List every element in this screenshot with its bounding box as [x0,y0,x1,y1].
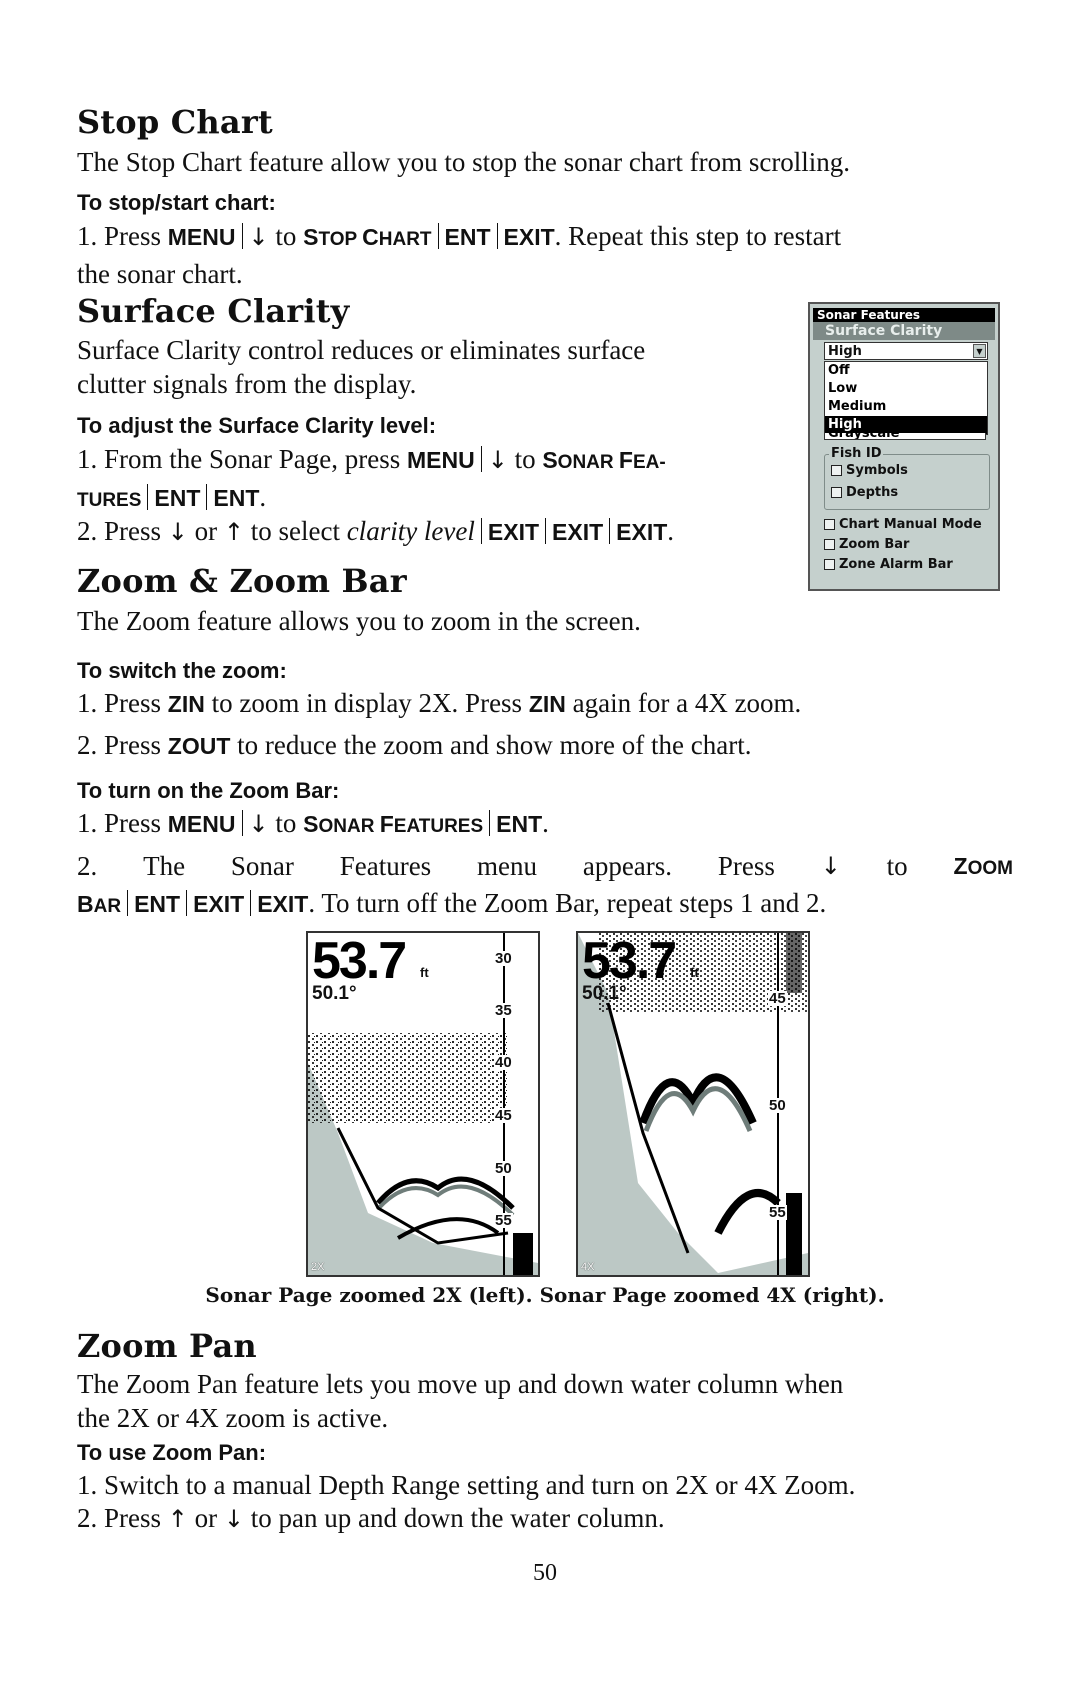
page-number: 50 [533,1560,557,1586]
arrow-down-icon: ↓ [167,518,188,546]
checkbox-zone-alarm-bar[interactable]: Zone Alarm Bar [824,554,982,574]
depth-readout: 53.7 [582,932,677,990]
zoom-bar-step-1: 1. Press MENU ↓ to Sonar Features ENT. [77,808,549,838]
menu-item-stop-chart: Stop Chart [303,224,432,250]
arrow-down-icon: ↓ [820,852,841,880]
zoom-level-label: 4X [581,1261,595,1273]
sonar-features-menu: Sonar Features Surface Clarity High ▼ Of… [808,302,1000,591]
surface-clarity-dropdown[interactable]: High ▼ [824,342,988,360]
depth-unit: ft [690,965,699,980]
subheading-switch-zoom: To switch the zoom: [77,658,287,683]
subheading-stop-start: To stop/start chart: [77,190,276,215]
key-exit: EXIT [257,891,309,917]
zoom-level-label: 2X [311,1261,325,1273]
depth-scale-label: 45 [494,1107,513,1124]
depth-readout: 53.7 [312,932,407,990]
grayscale-item-peek: Grayscale [824,433,986,440]
subheading-use-zoom-pan: To use Zoom Pan: [77,1440,267,1465]
key-menu: MENU [167,224,236,250]
temperature-readout: 50.1° [582,983,627,1004]
sonar-screen-4x: 53.7 ft 50.1° 45 50 55 4X [576,931,810,1277]
heading-zoom-bar: Zoom & Zoom Bar [77,562,407,600]
zoom-intro: The Zoom feature allows you to zoom in t… [77,606,641,636]
option-low[interactable]: Low [825,380,987,398]
key-menu: MENU [167,811,236,837]
checkbox-icon [831,486,842,498]
surface-clarity-options: Off Low Medium High [824,361,988,435]
zoom-pan-step-1: 1. Switch to a manual Depth Range settin… [77,1470,856,1500]
depth-scale-label: 35 [494,1002,513,1019]
option-medium[interactable]: Medium [825,398,987,416]
surface-clarity-step-1: 1. From the Sonar Page, press MENU ↓ to S… [77,444,666,512]
checkbox-icon [831,464,842,476]
surface-clarity-step-2: 2. Press ↓ or ↑ to select clarity level E… [77,516,675,546]
arrow-down-icon: ↓ [248,810,269,838]
key-ent: ENT [213,485,260,511]
key-ent: ENT [496,811,543,837]
checkbox-icon [824,558,835,570]
key-exit: EXIT [616,519,668,545]
checkbox-symbols[interactable]: Symbols [831,460,908,480]
key-ent: ENT [134,891,181,917]
figure-caption: Sonar Page zoomed 2X (left). Sonar Page … [205,1283,885,1307]
stop-chart-step-1: 1. Press MENU ↓ to Stop Chart ENT EXIT. Rep… [77,221,842,289]
checkbox-icon [824,518,835,530]
menu-item-sonar-features: Sonar Fea- [542,447,666,473]
chevron-down-icon[interactable]: ▼ [973,344,986,358]
surface-clarity-label: Surface Clarity [813,322,995,340]
arrow-up-icon: ↑ [223,518,244,546]
temperature-readout: 50.1° [312,983,357,1004]
key-zout: ZOUT [167,733,231,759]
menu-item-sonar-features: Sonar Features [303,811,484,837]
depth-scale-label: 30 [494,950,513,967]
key-ent: ENT [154,485,201,511]
depth-scale-label: 50 [768,1097,787,1114]
key-zin: ZIN [528,691,566,717]
arrow-up-icon: ↑ [167,1505,188,1533]
checkbox-icon [824,538,835,550]
arrow-down-icon: ↓ [223,1505,244,1533]
option-off[interactable]: Off [825,362,987,380]
checkbox-zoom-bar[interactable]: Zoom Bar [824,534,982,554]
key-exit: EXIT [503,224,555,250]
fish-id-group: Fish ID Symbols Depths [824,446,990,510]
sonar-screen-2x: 53.7 ft 50.1° 30 35 40 45 50 55 2X [306,931,540,1277]
depth-scale-label: 40 [494,1054,513,1071]
heading-zoom-pan: Zoom Pan [77,1327,257,1365]
arrow-down-icon: ↓ [487,446,508,474]
menu-item-zoom-bar: Zoom [953,853,1013,879]
arrow-down-icon: ↓ [248,223,269,251]
heading-surface-clarity: Surface Clarity [77,292,350,330]
heading-stop-chart: Stop Chart [77,103,273,141]
menu-title: Sonar Features [813,308,995,322]
depth-scale-label: 55 [768,1204,787,1221]
depth-scale-label: 55 [494,1212,513,1229]
surface-clarity-intro: Surface Clarity control reduces or elimi… [77,335,646,399]
zoom-switch-step-1: 1. Press ZIN to zoom in display 2X. Pres… [77,688,802,718]
subheading-adjust-surface-clarity: To adjust the Surface Clarity level: [77,413,437,438]
zoom-bar-step-2: 2. The Sonar Features menu appears. Press ↓ to… [77,851,1013,918]
depth-unit: ft [420,965,429,980]
depth-scale-label: 50 [494,1160,513,1177]
zoom-pan-step-2: 2. Press ↑ or ↓ to pan up and down the w… [77,1503,665,1533]
key-exit: EXIT [193,891,245,917]
option-high[interactable]: High [825,416,987,434]
depth-scale-label: 45 [768,990,787,1007]
key-exit: EXIT [552,519,604,545]
key-exit: EXIT [487,519,540,545]
stop-chart-intro: The Stop Chart feature allow you to stop… [77,147,851,177]
zoom-pan-intro: The Zoom Pan feature lets you move up an… [77,1369,844,1433]
checkbox-depths[interactable]: Depths [831,482,898,502]
key-zin: ZIN [167,691,205,717]
zoom-switch-step-2: 2. Press ZOUT to reduce the zoom and sho… [77,730,752,760]
key-menu: MENU [406,447,475,473]
key-ent: ENT [444,224,491,250]
checkbox-chart-manual-mode[interactable]: Chart Manual Mode [824,514,982,534]
subheading-zoom-bar: To turn on the Zoom Bar: [77,778,340,803]
